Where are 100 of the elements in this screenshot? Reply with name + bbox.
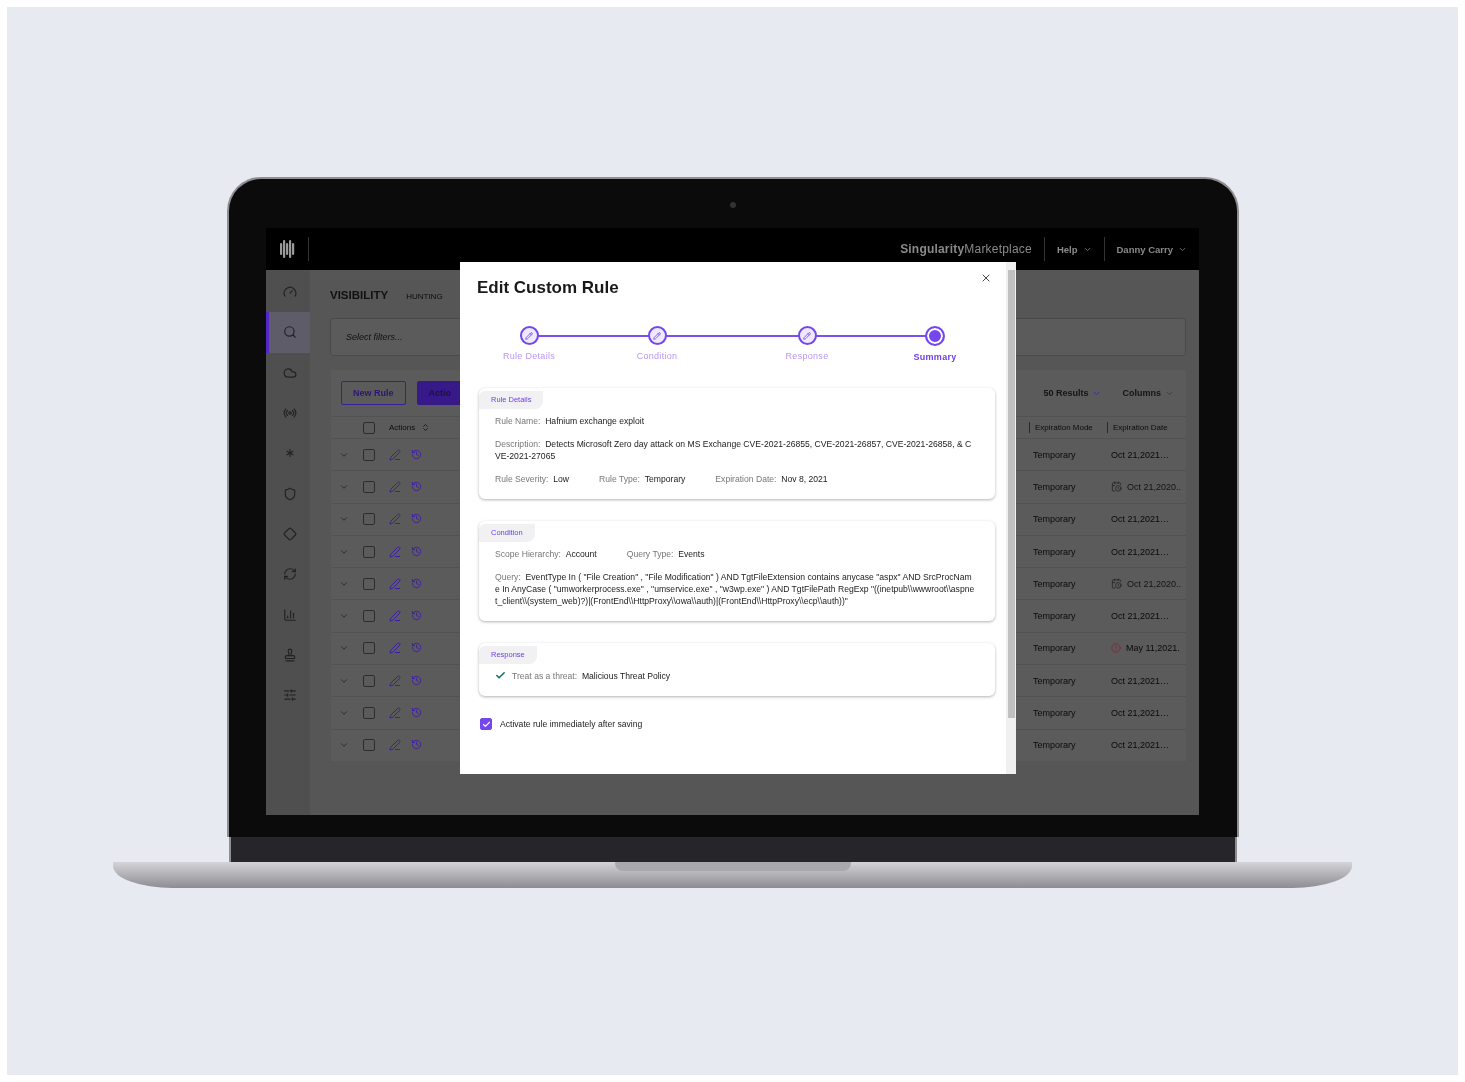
step-indicator[interactable] [519,326,539,345]
stamp-icon [282,647,297,662]
table-cell: Oct 21,2021… [1111,514,1170,525]
table-cell: Oct 21,2021… [1111,449,1170,460]
checkbox[interactable] [363,480,375,493]
step-indicator[interactable] [797,326,817,345]
checkbox[interactable] [480,718,492,730]
summary-field: Rule Severity: Low [495,473,570,485]
camera-icon [729,202,736,208]
step-label[interactable]: Rule Details [502,351,556,361]
search-icon [282,325,297,340]
column-header: Expiration Date [1113,423,1168,432]
edit-icon[interactable] [389,610,401,623]
table-cell-text: Temporary [1033,481,1077,492]
step-indicator[interactable] [647,326,667,345]
table-cell: Oct 21,2021… [1111,675,1170,686]
edit-icon[interactable] [389,707,401,719]
page-tab[interactable]: HUNTING [406,292,443,301]
checkbox[interactable] [363,642,375,655]
toolbar-button[interactable]: Actio [416,381,463,405]
edit-icon[interactable] [389,545,401,558]
table-cell: Oct 21,2020.. [1127,578,1182,589]
edit-icon[interactable] [389,577,401,590]
dialog-title: Edit Custom Rule [477,278,619,298]
signal-icon [282,406,297,421]
table-cell: Oct 21,2021… [1111,546,1170,557]
page-title: VISIBILITY [330,289,389,301]
history-icon[interactable] [411,545,422,557]
edit-icon[interactable] [389,448,401,461]
toolbar-button[interactable]: New Rule [341,381,406,405]
step-label[interactable]: Condition [636,351,678,361]
history-icon[interactable] [411,707,422,718]
brand-name: SingularityMarketplace [900,242,1032,256]
summary-field: Rule Type: Temporary [599,473,686,485]
history-icon[interactable] [411,480,422,492]
history-icon[interactable] [411,739,422,751]
table-cell: Oct 21,2021… [1111,708,1170,718]
expand-icon[interactable] [339,708,349,718]
toolbar-dropdown[interactable]: Columns [1122,388,1174,398]
history-icon[interactable] [411,674,422,686]
top-menu[interactable]: Help [1056,243,1092,255]
checkbox[interactable] [363,707,375,719]
top-menu[interactable]: Danny Carry [1116,243,1187,255]
checkbox[interactable] [363,610,375,623]
checkbox[interactable] [363,513,375,526]
checkbox[interactable] [363,739,375,752]
table-cell-text: Temporary [1033,708,1077,718]
table-cell-text: Temporary [1033,514,1077,525]
column-header: Actions [389,423,416,432]
checkbox[interactable] [363,674,375,687]
step-label[interactable]: Response [785,351,829,361]
refresh-icon [282,567,297,582]
checkbox[interactable] [363,545,375,558]
gauge-icon [282,285,297,300]
sort-icon[interactable] [421,423,431,432]
edit-icon[interactable] [389,674,401,687]
history-icon[interactable] [411,448,422,460]
sidebar-item[interactable] [266,312,310,353]
history-icon[interactable] [411,610,422,622]
table-cell: Oct 21,2020.. [1127,481,1182,492]
table-cell-text: Temporary [1033,546,1077,557]
step-indicator[interactable] [925,326,945,346]
scrollbar[interactable] [1006,262,1016,774]
logo-icon [280,240,296,258]
history-icon[interactable] [411,642,422,654]
checkbox[interactable] [363,448,375,461]
table-cell-text: Temporary [1033,643,1077,654]
edit-icon[interactable] [389,739,401,752]
table-cell: May 11,2021. [1126,643,1180,654]
table-cell: Oct 21,2021… [1111,740,1170,751]
column-header: Expiration Mode [1035,423,1093,432]
diamond-icon [282,526,297,541]
edit-icon[interactable] [389,642,401,655]
table-cell-text: Temporary [1033,578,1077,589]
shield-icon [282,486,297,501]
summary-field: Rule Name: Hafnium exchange exploit [495,415,645,427]
summary-field: Query Type: Events [626,548,705,560]
checkbox[interactable] [363,421,375,434]
summary-field: Treat as a threat: Malicious Threat Policy [512,670,671,682]
summary-field: Query: EventType In ( "File Creation" , "File Modification" ) AND TgtFileExtension contains anycase "aspx" AND SrcProcName In AnyCase ( "umworkerprocess.exe" , "umservice.exe" , "w3wp.exe" ) AND TgtFilePath RegExp "((inetpub\\wwwroot\\aspnet_client\\(system_web)?)|(FrontEnd\\HttpProxy\\owa\\auth)|(FrontEnd\\HttpProxy\\ecp\\auth))" [495,571,975,607]
summary-field: Scope Hierarchy: Account [495,548,597,560]
table-cell-text: Temporary [1033,611,1077,622]
summary-field: Expiration Date: Nov 8, 2021 [715,473,828,485]
bar-chart-icon [282,607,297,622]
edit-icon[interactable] [389,480,401,493]
close-button[interactable] [980,272,992,284]
table-cell-text: Temporary [1033,740,1077,751]
history-icon[interactable] [411,577,422,589]
cloud-icon [282,365,297,380]
history-icon[interactable] [411,513,422,525]
toolbar-dropdown[interactable]: 50 Results [1043,388,1102,398]
table-cell: Oct 21,2021… [1111,611,1170,622]
step-label[interactable]: Summary [913,352,957,362]
table-cell-text: Temporary [1033,675,1077,686]
edit-icon[interactable] [389,513,401,526]
checkbox-label: Activate rule immediately after saving [500,719,643,729]
checkbox[interactable] [363,577,375,590]
table-cell-text: Temporary [1033,449,1077,460]
summary-field: Description: Detects Microsoft Zero day attack on MS Exchange CVE-2021-26855, CVE-2021-26857, CVE-2021-26858, & CVE-2021-27065 [495,438,975,462]
sliders-icon [282,688,297,703]
